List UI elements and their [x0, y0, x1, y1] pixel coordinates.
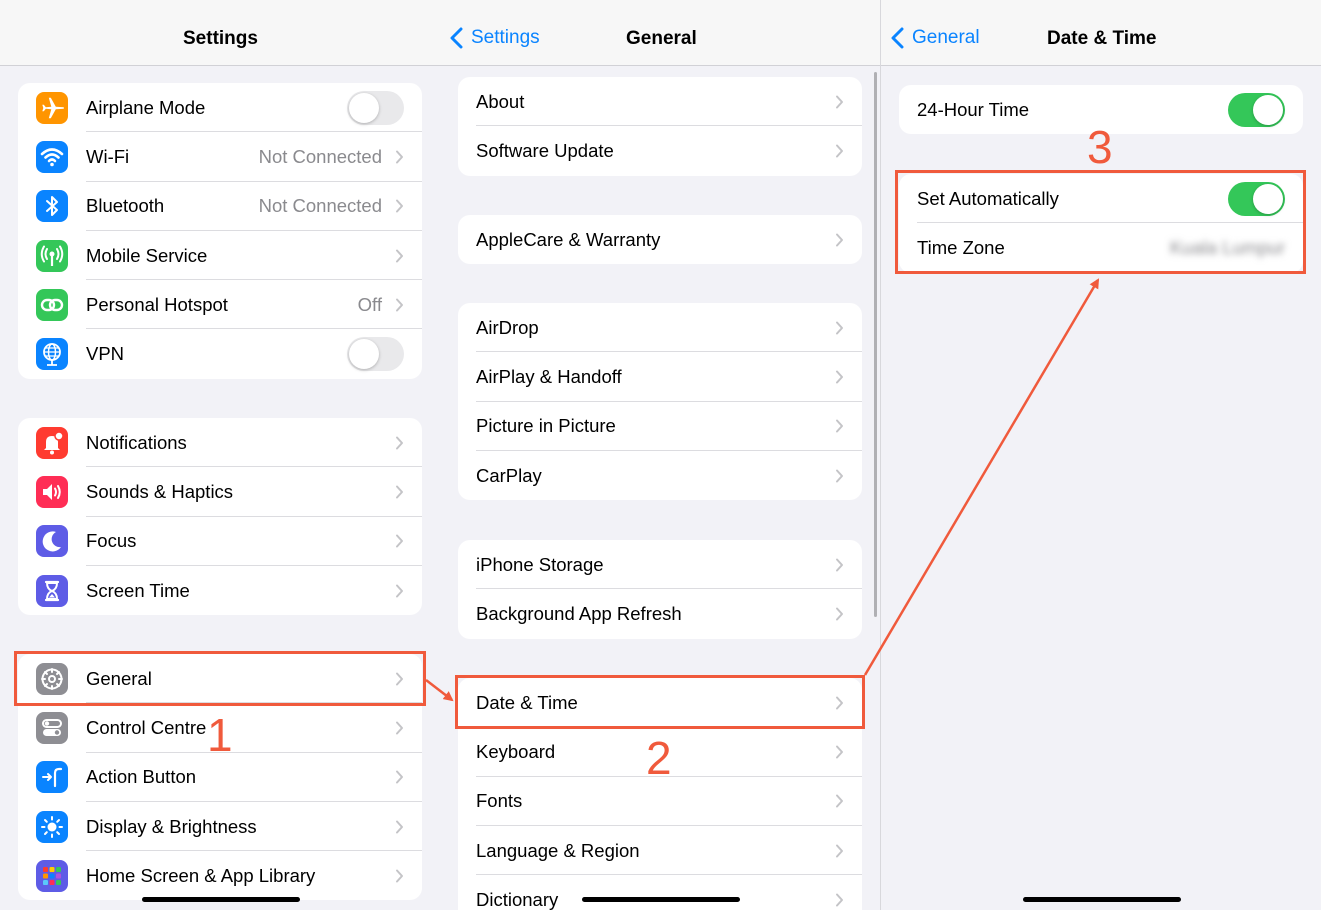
arrow-1-to-2	[425, 679, 454, 702]
annotation-arrows	[425, 278, 1100, 702]
arrow-2-to-3	[863, 278, 1100, 676]
